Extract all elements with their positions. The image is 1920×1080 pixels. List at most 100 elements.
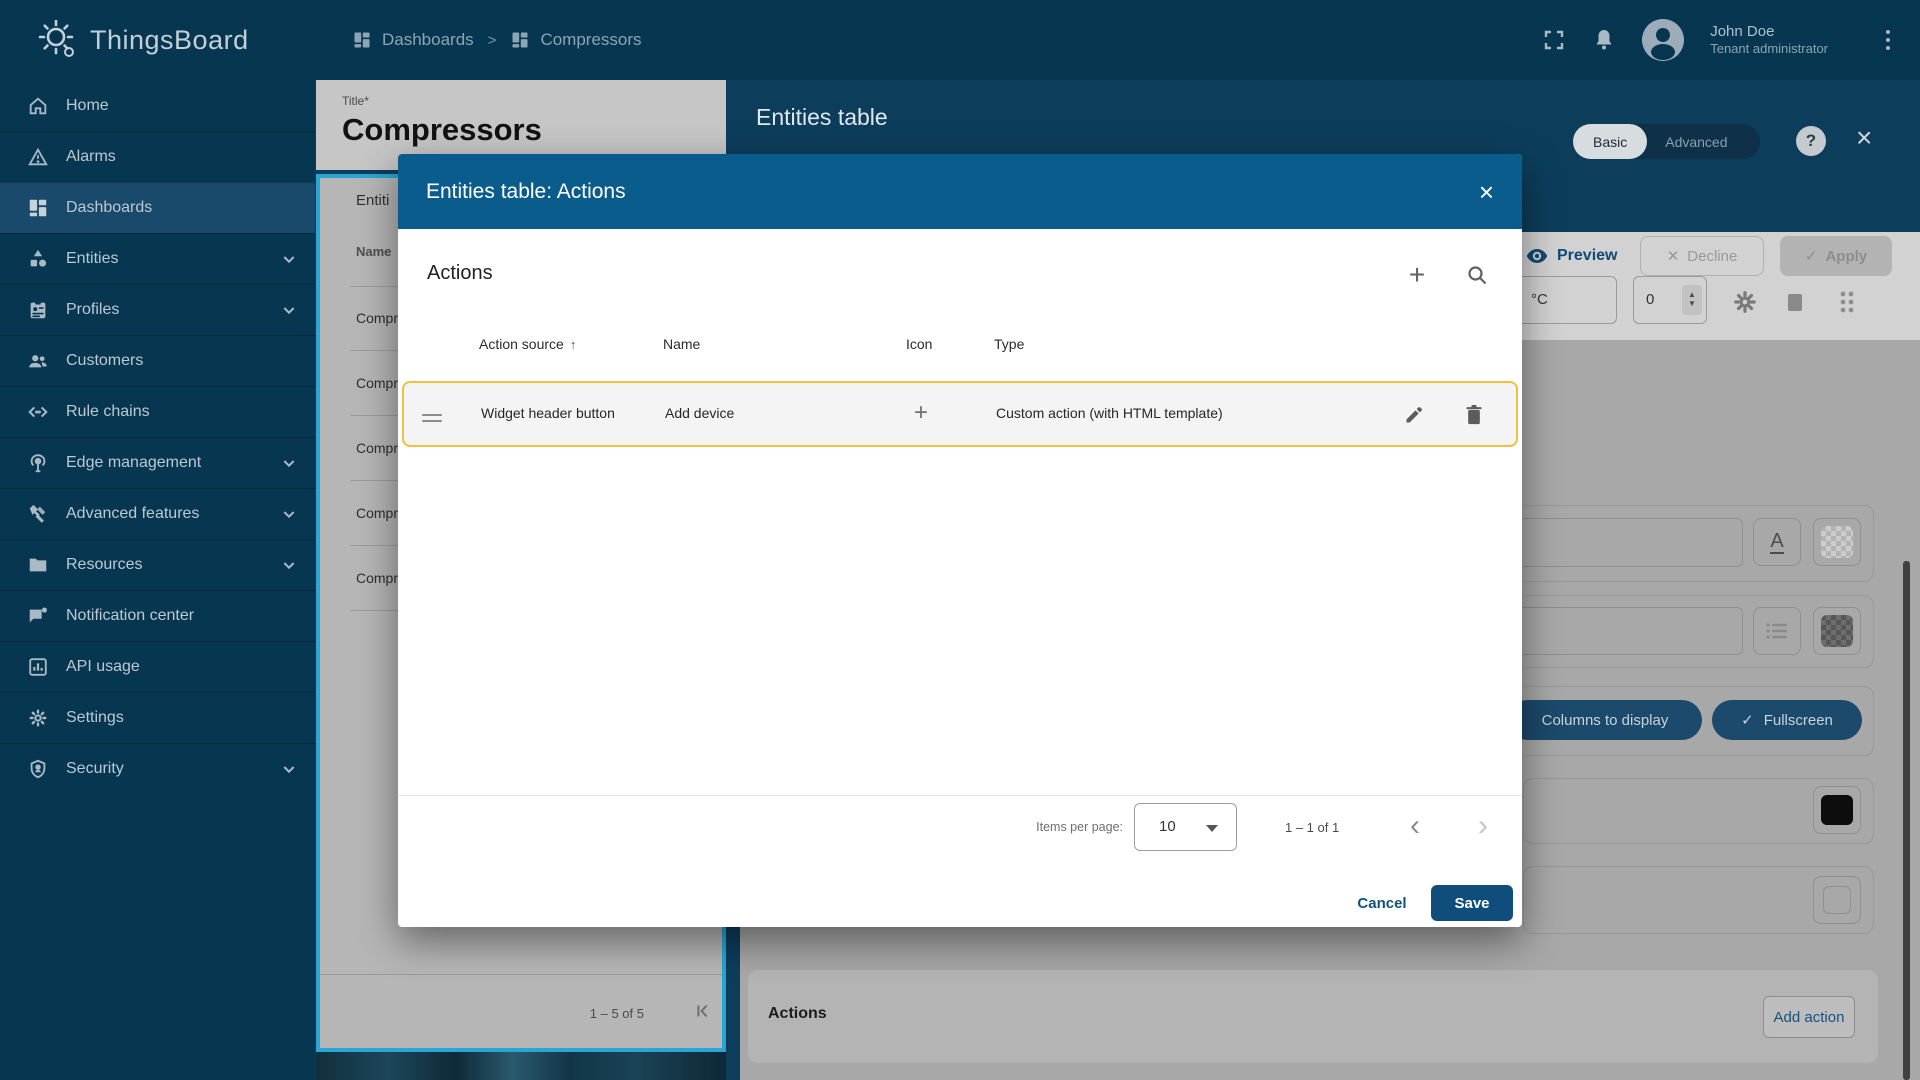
dashboards-icon xyxy=(352,30,372,50)
sidebar-item-entities[interactable]: Entities xyxy=(0,233,315,284)
security-shield-icon xyxy=(26,757,50,781)
black-color-swatch-button[interactable] xyxy=(1813,786,1861,834)
fullscreen-icon[interactable] xyxy=(1542,28,1566,52)
sidebar-item-dashboards[interactable]: Dashboards xyxy=(0,182,315,233)
column-header-icon[interactable]: Icon xyxy=(906,336,932,352)
editor-close-icon[interactable]: × xyxy=(1856,122,1872,154)
search-icon[interactable] xyxy=(1462,260,1492,290)
resources-icon xyxy=(26,553,50,577)
sidebar-item-rule-chains[interactable]: Rule chains xyxy=(0,386,315,437)
list-format-button[interactable] xyxy=(1753,607,1801,655)
delete-trash-icon[interactable] xyxy=(1460,401,1488,429)
column-header-action-source[interactable]: Action source ↑ xyxy=(479,336,576,352)
alarms-icon xyxy=(26,145,50,169)
dialog-header: Entities table: Actions × xyxy=(398,154,1522,229)
more-vertical-icon[interactable] xyxy=(1880,24,1896,56)
toggle-basic[interactable]: Basic xyxy=(1573,124,1648,159)
sidebar-item-profiles[interactable]: Profiles xyxy=(0,284,315,335)
first-page-icon[interactable] xyxy=(692,1000,714,1022)
sidebar-item-alarms[interactable]: Alarms xyxy=(0,131,315,182)
columns-to-display-chip[interactable]: Columns to display xyxy=(1508,700,1702,740)
sidebar-item-advanced-features[interactable]: Advanced features xyxy=(0,488,315,539)
decimals-value: 0 xyxy=(1646,291,1655,308)
chevron-down-icon xyxy=(281,251,297,267)
dialog-close-icon[interactable]: × xyxy=(1479,179,1494,205)
next-page-icon[interactable]: › xyxy=(1478,806,1488,846)
actions-section-label: Actions xyxy=(768,1005,827,1022)
dashboard-background-image xyxy=(316,1052,726,1080)
mode-toggle: Basic Advanced xyxy=(1573,124,1760,159)
font-style-button[interactable]: A xyxy=(1753,518,1801,566)
column-header-name[interactable]: Name xyxy=(663,336,700,352)
breadcrumb-compressors[interactable]: Compressors xyxy=(510,30,642,50)
sidebar: Home Alarms Dashboards Entities Profiles… xyxy=(0,80,315,1080)
sidebar-item-security[interactable]: Security xyxy=(0,743,315,794)
dialog-title: Entities table: Actions xyxy=(426,179,626,203)
user-role: Tenant administrator xyxy=(1710,41,1828,57)
thingsboard-logo-icon xyxy=(36,18,80,62)
home-icon xyxy=(26,94,50,118)
brand-logo[interactable]: ThingsBoard xyxy=(36,0,249,80)
add-action-button[interactable]: Add action xyxy=(1763,996,1855,1038)
text-input[interactable] xyxy=(1505,607,1743,655)
settings-gear-icon xyxy=(26,706,50,730)
select-caret-icon xyxy=(1206,825,1218,832)
check-icon: ✓ xyxy=(1741,712,1754,729)
edit-pencil-icon[interactable] xyxy=(1400,401,1428,429)
brand-name: ThingsBoard xyxy=(90,24,249,55)
table-row[interactable]: Widget header button Add device + Custom… xyxy=(402,381,1518,447)
dashboard-icon xyxy=(510,30,530,50)
cancel-button[interactable]: Cancel xyxy=(1342,885,1422,921)
eye-icon xyxy=(1525,244,1549,268)
chevron-down-icon xyxy=(281,506,297,522)
sidebar-item-settings[interactable]: Settings xyxy=(0,692,315,743)
color-dark-button[interactable] xyxy=(1813,607,1861,655)
panel-scrollbar[interactable] xyxy=(1903,561,1910,1080)
widget-settings-gear-icon[interactable] xyxy=(1730,288,1760,316)
api-usage-icon xyxy=(26,655,50,679)
decline-button[interactable]: ✕ Decline xyxy=(1640,236,1764,276)
drag-handle-icon[interactable] xyxy=(422,410,442,426)
preview-button[interactable]: Preview xyxy=(1525,244,1617,268)
topbar-actions: John Doe Tenant administrator xyxy=(1542,0,1896,80)
advanced-features-icon xyxy=(26,502,50,526)
breadcrumb-label: Dashboards xyxy=(382,30,474,49)
profiles-icon xyxy=(26,298,50,322)
help-icon[interactable]: ? xyxy=(1796,126,1826,156)
column-header-type[interactable]: Type xyxy=(994,336,1024,352)
save-button[interactable]: Save xyxy=(1431,885,1513,921)
previous-page-icon[interactable]: ‹ xyxy=(1410,806,1420,846)
chevron-down-icon xyxy=(281,557,297,573)
sidebar-item-api-usage[interactable]: API usage xyxy=(0,641,315,692)
sidebar-item-home[interactable]: Home xyxy=(0,80,315,131)
avatar[interactable] xyxy=(1642,19,1685,61)
drag-dots-icon[interactable] xyxy=(1832,288,1862,316)
number-stepper[interactable]: ▲ ▼ xyxy=(1682,285,1702,315)
color-transparent-button[interactable] xyxy=(1813,518,1861,566)
text-input[interactable] xyxy=(1505,518,1743,567)
sidebar-item-customers[interactable]: Customers xyxy=(0,335,315,386)
dashboards-icon xyxy=(26,196,50,220)
breadcrumb: Dashboards > Compressors xyxy=(352,0,642,80)
list-icon xyxy=(1766,623,1787,639)
user-menu[interactable]: John Doe Tenant administrator xyxy=(1710,22,1828,58)
notification-center-icon xyxy=(26,604,50,628)
empty-color-swatch-button[interactable] xyxy=(1813,876,1861,924)
fullscreen-chip[interactable]: ✓ Fullscreen xyxy=(1712,700,1862,740)
notifications-bell-icon[interactable] xyxy=(1592,28,1616,52)
sidebar-item-edge-management[interactable]: Edge management xyxy=(0,437,315,488)
widget-preview-column-header: Name xyxy=(356,244,392,259)
page-size-select[interactable]: 10 xyxy=(1134,803,1237,851)
cell-name: Add device xyxy=(665,405,735,421)
sidebar-item-resources[interactable]: Resources xyxy=(0,539,315,590)
items-per-page-label: Items per page: xyxy=(1036,820,1123,834)
apply-button[interactable]: ✓ Apply xyxy=(1780,236,1892,276)
chevron-down-icon xyxy=(281,302,297,318)
breadcrumb-label: Compressors xyxy=(540,30,642,49)
sidebar-item-notification-center[interactable]: Notification center xyxy=(0,590,315,641)
breadcrumb-dashboards[interactable]: Dashboards xyxy=(352,30,474,50)
toggle-advanced[interactable]: Advanced xyxy=(1647,134,1745,150)
add-action-icon[interactable]: + xyxy=(1402,259,1432,290)
decimals-field[interactable]: 0 ▲ ▼ xyxy=(1633,276,1707,324)
card-style-icon[interactable] xyxy=(1780,288,1810,316)
